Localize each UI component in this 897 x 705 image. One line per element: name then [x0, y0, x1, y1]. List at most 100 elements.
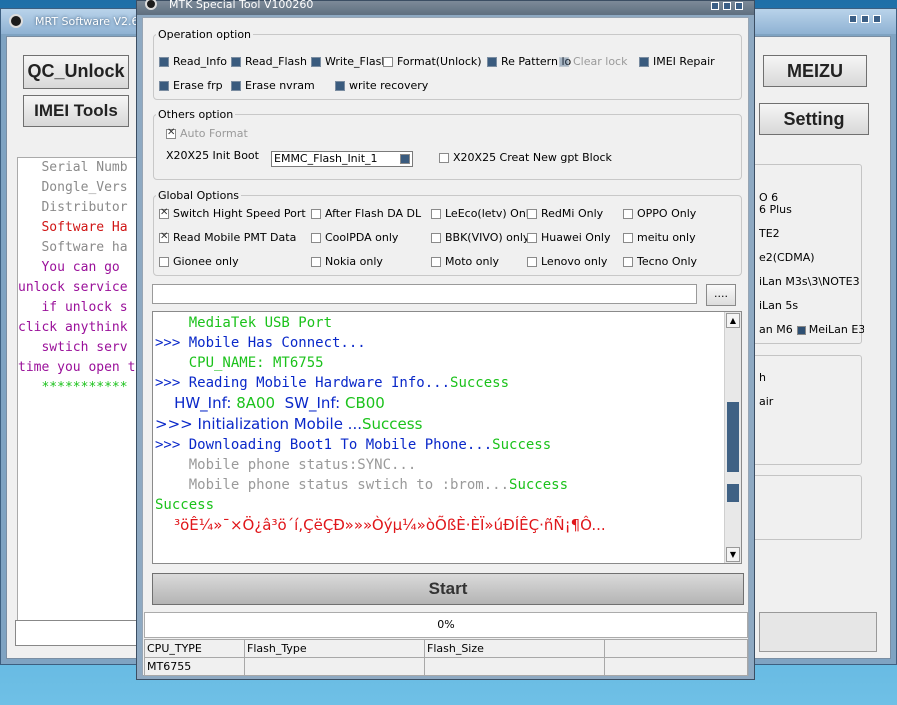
log-segment: MediaTek USB Port	[155, 315, 333, 331]
close-icon[interactable]	[735, 2, 743, 10]
progress-bar: 0%	[144, 612, 748, 638]
checkbox-icon	[431, 232, 441, 243]
operation-checkbox[interactable]: Clear lock	[559, 55, 627, 68]
minimize-icon[interactable]	[711, 2, 719, 10]
checkbox-label: Lenovo only	[541, 255, 608, 268]
init-boot-select[interactable]: EMMC_Flash_Init_1	[271, 151, 413, 167]
scrollbar-thumb[interactable]	[727, 402, 739, 502]
meizu-model-item[interactable]	[759, 288, 864, 300]
mrt-window-title: MRT Software V2.60	[35, 15, 146, 28]
meizu-model-item[interactable]: iLan 5s	[759, 300, 864, 312]
operation-checkbox[interactable]: Erase nvram	[231, 79, 315, 92]
log-output-panel[interactable]: MediaTek USB Port >>> Mobile Has Connect.…	[152, 311, 742, 564]
meizu-model-item[interactable]	[759, 216, 864, 228]
global-option-checkbox[interactable]: CoolPDA only	[311, 231, 398, 244]
table-row: MT6755	[144, 657, 748, 676]
log-line: >>> Reading Mobile Hardware Info...Succe…	[155, 373, 725, 393]
global-option-checkbox[interactable]: Read Mobile PMT Data	[159, 231, 296, 244]
meizu-button[interactable]: MEIZU	[763, 55, 867, 87]
mrt-log-panel[interactable]: Serial Numb Dongle_Vers Distributor Soft…	[17, 157, 147, 637]
checkbox-label: IMEI Repair	[653, 55, 715, 68]
checkbox-icon	[487, 56, 497, 67]
mtk-window-title: MTK Special Tool V100260	[169, 0, 314, 11]
global-option-checkbox[interactable]: Lenovo only	[527, 255, 607, 268]
meizu-model-item[interactable]	[759, 240, 864, 252]
global-option-checkbox[interactable]: OPPO Only	[623, 207, 696, 220]
meizu-model-item[interactable]: iLan M3s\3\NOTE3	[759, 276, 864, 288]
imei-tools-button[interactable]: IMEI Tools	[23, 95, 129, 127]
global-option-checkbox[interactable]: LeEco(letv) Only	[431, 207, 535, 220]
dropdown-arrow-icon[interactable]	[400, 154, 410, 164]
global-options-title: Global Options	[158, 189, 240, 202]
auto-format-checkbox[interactable]: Auto Format	[166, 127, 248, 140]
checkbox-icon	[527, 208, 537, 219]
checkbox-icon	[159, 231, 169, 243]
maximize-icon[interactable]	[861, 15, 869, 23]
mrt-extra-group	[742, 475, 862, 540]
browse-button[interactable]: ....	[706, 284, 736, 306]
mrt-log-line: swtich serv	[18, 340, 128, 355]
creat-gpt-checkbox[interactable]: X20X25 Creat New gpt Block	[439, 151, 612, 164]
meizu-model-label: an M6	[759, 324, 793, 336]
meizu-model-item[interactable]: 6 Plus	[759, 204, 864, 216]
meizu-model-item[interactable]	[759, 384, 864, 396]
setting-button[interactable]: Setting	[759, 103, 869, 135]
checkbox-label: Moto only	[445, 255, 500, 268]
meizu-model-item[interactable]: e2(CDMA)	[759, 252, 864, 264]
operation-checkbox[interactable]: Erase frp	[159, 79, 223, 92]
global-option-checkbox[interactable]: Switch Hight Speed Port	[159, 207, 306, 220]
log-segment: Success	[362, 415, 423, 433]
scrollbar-gap	[727, 472, 739, 484]
log-segment: Mobile phone status:SYNC...	[155, 457, 417, 473]
qc-unlock-button[interactable]: QC_Unlock	[23, 55, 129, 89]
meizu-model-item[interactable]	[759, 348, 864, 360]
meizu-model-item[interactable]: air	[759, 396, 864, 408]
mtk-special-tool-window: MTK Special Tool V100260 Operation optio…	[136, 0, 755, 680]
global-option-checkbox[interactable]: BBK(VIVO) only	[431, 231, 529, 244]
operation-checkbox[interactable]: IMEI Repair	[639, 55, 715, 68]
operation-checkbox[interactable]: Read_Flash	[231, 55, 307, 68]
global-option-checkbox[interactable]: RedMi Only	[527, 207, 603, 220]
global-option-checkbox[interactable]: meitu only	[623, 231, 696, 244]
mrt-log-line: unlock service	[18, 280, 128, 295]
meizu-model-item[interactable]	[759, 336, 864, 348]
checkbox-label: OPPO Only	[637, 207, 697, 220]
log-scrollbar[interactable]: ▲ ▼	[724, 312, 741, 563]
checkbox-label: CoolPDA only	[325, 231, 399, 244]
global-option-checkbox[interactable]: Moto only	[431, 255, 499, 268]
global-option-checkbox[interactable]: Tecno Only	[623, 255, 697, 268]
global-option-checkbox[interactable]: Nokia only	[311, 255, 383, 268]
mtk-titlebar[interactable]: MTK Special Tool V100260	[137, 0, 754, 15]
operation-checkbox[interactable]: Write_Flash	[311, 55, 388, 68]
meizu-model-item[interactable]	[759, 312, 864, 324]
device-info-table: CPU_TYPE Flash_Type Flash_Size MT6755	[144, 639, 748, 676]
operation-checkbox[interactable]: Format(Unlock)	[383, 55, 482, 68]
log-segment: Mobile phone status swtich to :brom...	[155, 477, 510, 493]
mrt-input-field[interactable]	[15, 620, 155, 646]
meizu-model-item[interactable]	[759, 264, 864, 276]
meizu-model-item[interactable]: h	[759, 372, 864, 384]
file-path-input[interactable]	[152, 284, 697, 304]
scroll-up-icon[interactable]: ▲	[726, 313, 740, 328]
maximize-icon[interactable]	[723, 2, 731, 10]
minimize-icon[interactable]	[849, 15, 857, 23]
global-option-checkbox[interactable]: Huawei Only	[527, 231, 611, 244]
global-option-checkbox[interactable]: After Flash DA DL	[311, 207, 421, 220]
meizu-model-item[interactable]: an M6 MeiLan E3	[759, 324, 864, 336]
global-option-checkbox[interactable]: Gionee only	[159, 255, 239, 268]
mrt-log-line: Dongle_Vers	[18, 180, 128, 195]
meizu-model-label: e2(CDMA)	[759, 252, 815, 264]
checkbox-label: write recovery	[349, 79, 429, 92]
header-flash-type: Flash_Type	[244, 639, 425, 658]
meizu-model-item[interactable]: O 6	[759, 192, 864, 204]
close-icon[interactable]	[873, 15, 881, 23]
meizu-model-item[interactable]: TE2	[759, 228, 864, 240]
log-segment: ³öÊ¼»¯×Ö¿â³ö´í,ÇëÇÐ»»»Òýµ¼»òÕßÈ·ÈÏ»úÐÍÊÇ…	[155, 516, 606, 534]
operation-checkbox[interactable]: write recovery	[335, 79, 428, 92]
start-button[interactable]: Start	[152, 573, 744, 605]
scroll-down-icon[interactable]: ▼	[726, 547, 740, 562]
meizu-model-item[interactable]	[759, 360, 864, 372]
checkbox-icon[interactable]	[796, 325, 806, 335]
operation-checkbox[interactable]: Read_Info	[159, 55, 227, 68]
log-segment: 8A00	[236, 394, 276, 412]
